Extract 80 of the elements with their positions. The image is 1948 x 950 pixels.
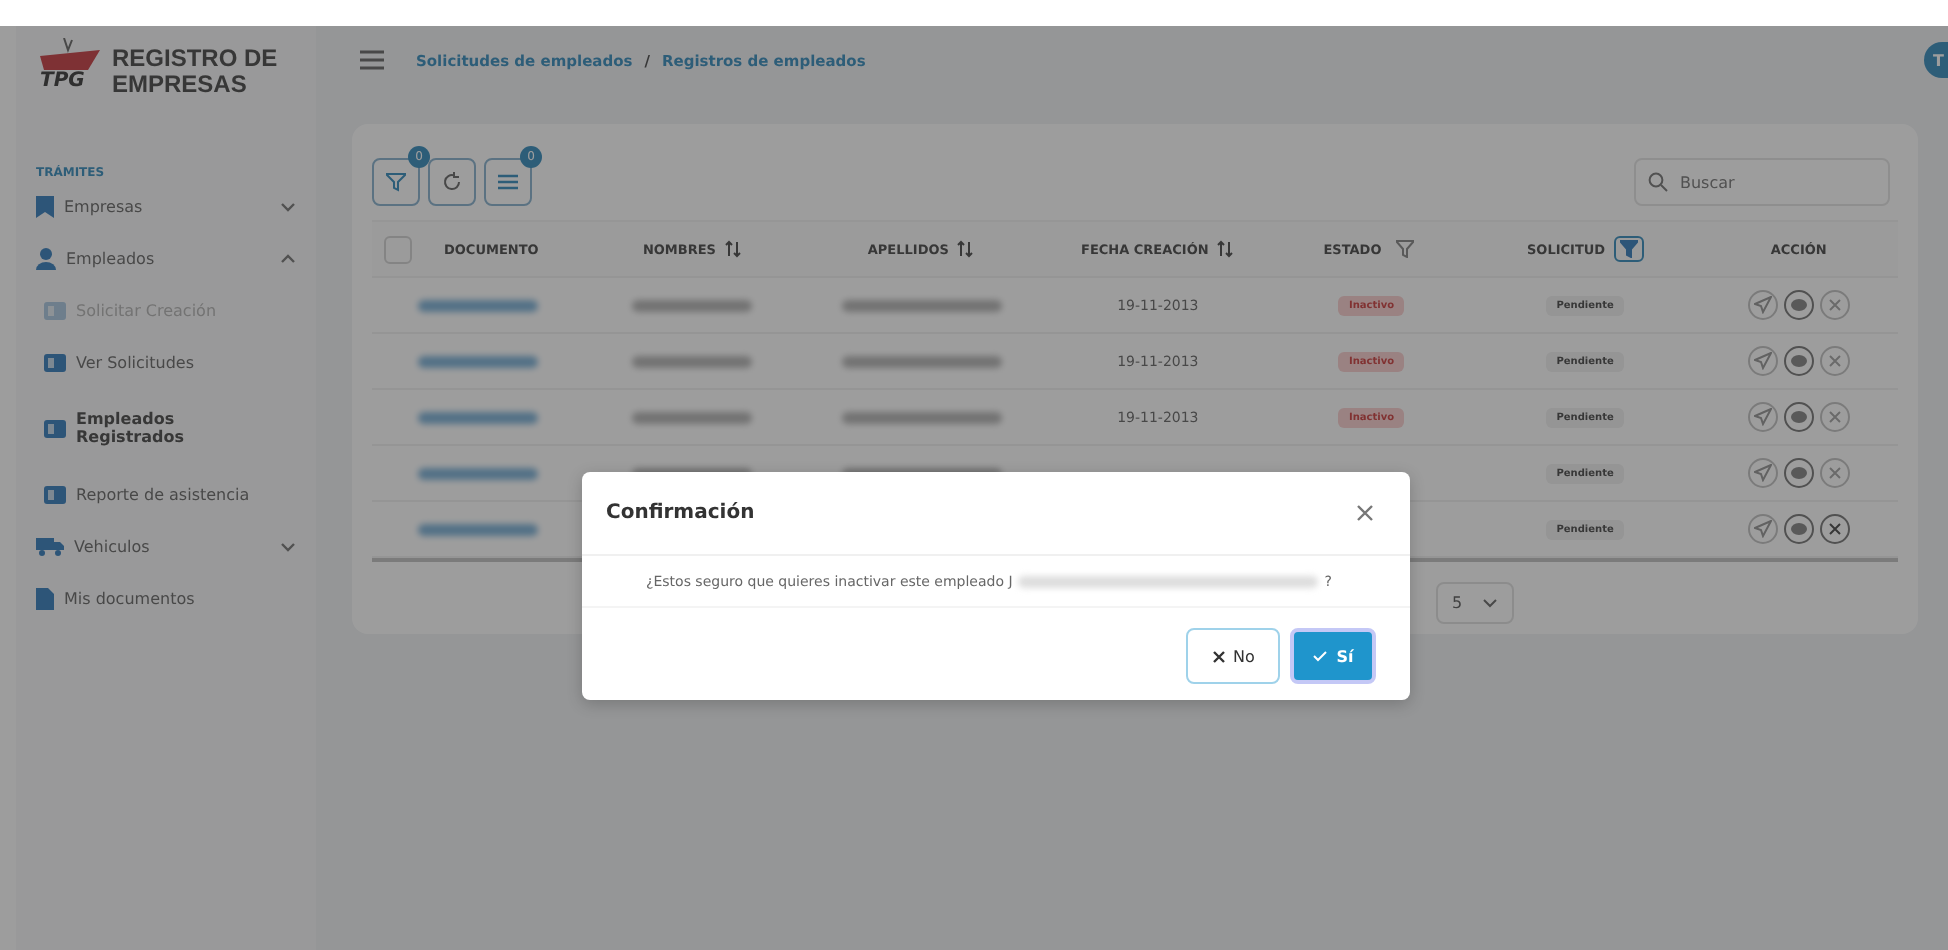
blurred-text [418,355,539,367]
delete-button[interactable] [1819,346,1850,376]
logo-icon [40,38,100,70]
close-icon [1827,522,1842,536]
bookmark-icon [36,195,54,217]
close-icon [1827,354,1842,368]
truck-icon [36,536,64,556]
filter-icon [386,172,406,192]
close-icon [1827,410,1842,424]
blurred-text [418,523,539,535]
close-icon [1827,466,1842,480]
menu-icon[interactable] [360,50,384,70]
view-button[interactable] [1783,346,1814,376]
close-icon[interactable] [1356,504,1374,522]
filter-icon [1395,240,1414,258]
blurred-text [632,299,753,311]
card-icon [44,419,66,437]
grid-icon [498,172,518,192]
send-button[interactable] [1747,458,1778,488]
filter-button[interactable] [1613,236,1644,262]
search-icon [1648,171,1668,192]
nav-subitem[interactable]: Ver Solicitudes [36,336,296,388]
delete-button[interactable] [1819,402,1850,432]
send-button[interactable] [1747,346,1778,376]
send-button[interactable] [1747,514,1778,544]
blurred-text [418,411,539,423]
send-icon [1753,352,1772,370]
nav-item[interactable]: Vehiculos [36,520,296,572]
check-icon [1312,650,1329,662]
eye-icon [1789,410,1808,424]
yes-button[interactable]: Sí [1290,628,1376,684]
user-avatar[interactable]: T [1924,42,1948,78]
sort-icon[interactable] [1216,240,1235,258]
card-icon [44,353,66,371]
brand-title: REGISTRO DE [112,45,278,71]
filter-icon [1619,240,1638,258]
nav-item[interactable]: Empleados [36,232,296,284]
send-icon [1753,520,1772,538]
blurred-text [418,299,539,311]
delete-button[interactable] [1819,290,1850,320]
close-icon [1827,298,1842,312]
view-button[interactable] [1783,290,1814,320]
card-icon [44,485,66,503]
delete-button[interactable] [1819,458,1850,488]
eye-icon [1789,354,1808,368]
nav-subitem[interactable]: Empleados Registrados [36,388,296,468]
refresh-icon [442,172,462,192]
logo-text: TPG [40,70,85,92]
brand-title: EMPRESAS [112,71,249,97]
send-icon [1753,408,1772,426]
document-icon [36,587,54,609]
sort-icon[interactable] [723,240,742,258]
view-button[interactable] [1783,458,1814,488]
view-button[interactable] [1783,402,1814,432]
send-button[interactable] [1747,402,1778,432]
filter-button[interactable] [372,158,420,206]
dialog-title: Confirmación [606,502,755,524]
eye-icon [1789,298,1808,312]
eye-icon [1789,522,1808,536]
view-button[interactable] [1783,514,1814,544]
send-icon [1753,296,1772,314]
search-field[interactable]: Buscar [1634,158,1890,207]
page-size-select[interactable]: 5 [1435,582,1515,624]
chevron-icon [1482,598,1499,608]
no-button[interactable]: No [1186,628,1280,684]
eye-icon [1789,466,1808,480]
blurred-text [632,411,753,423]
nav-item[interactable]: Empresas [36,180,296,232]
columns-button[interactable] [484,158,532,206]
blurred-text [418,467,539,479]
send-icon [1753,464,1772,482]
send-button[interactable] [1747,290,1778,320]
blurred-text [632,355,753,367]
refresh-button[interactable] [428,158,476,206]
person-icon [36,247,56,269]
nav-item[interactable]: Mis documentos [36,572,296,624]
delete-button[interactable] [1819,514,1850,544]
nav-subitem[interactable]: Reporte de asistencia [36,468,296,520]
close-icon [1211,649,1226,663]
sort-icon[interactable] [956,240,975,258]
